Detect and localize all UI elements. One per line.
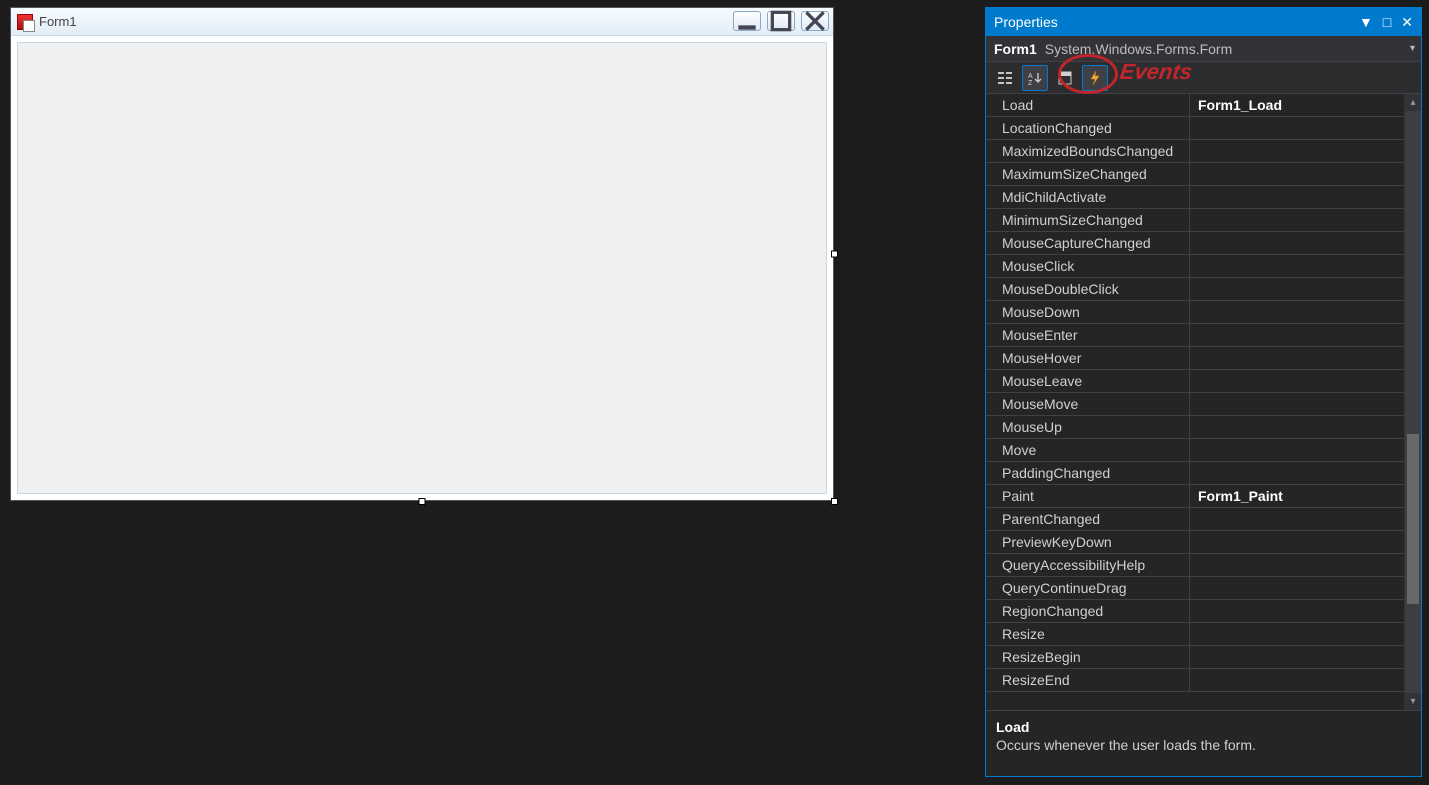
event-row[interactable]: MouseEnter — [986, 324, 1404, 347]
event-name: ParentChanged — [986, 508, 1190, 530]
scroll-down-icon[interactable]: ▾ — [1405, 693, 1421, 710]
event-name: PaddingChanged — [986, 462, 1190, 484]
event-row[interactable]: ResizeBegin — [986, 646, 1404, 669]
event-row[interactable]: Resize — [986, 623, 1404, 646]
event-row[interactable]: QueryAccessibilityHelp — [986, 554, 1404, 577]
event-row[interactable]: MdiChildActivate — [986, 186, 1404, 209]
window-buttons — [733, 11, 829, 31]
event-name: MouseLeave — [986, 370, 1190, 392]
panel-dropdown-icon[interactable]: ▼ — [1359, 14, 1373, 30]
annotation-label: Events — [1118, 59, 1194, 85]
properties-titlebar[interactable]: Properties ▼ □ ✕ — [986, 8, 1421, 36]
event-name: MaximizedBoundsChanged — [986, 140, 1190, 162]
description-text: Occurs whenever the user loads the form. — [996, 737, 1411, 753]
event-row[interactable]: PaintForm1_Paint — [986, 485, 1404, 508]
event-name: ResizeBegin — [986, 646, 1190, 668]
event-value[interactable]: Form1_Load — [1190, 97, 1404, 113]
event-value[interactable]: Form1_Paint — [1190, 488, 1404, 504]
panel-close-icon[interactable]: ✕ — [1401, 14, 1413, 31]
form-title-text: Form1 — [39, 14, 77, 29]
event-row[interactable]: MouseUp — [986, 416, 1404, 439]
event-name: QueryContinueDrag — [986, 577, 1190, 599]
event-row[interactable]: MaximumSizeChanged — [986, 163, 1404, 186]
event-name: MouseEnter — [986, 324, 1190, 346]
panel-maximize-icon[interactable]: □ — [1383, 14, 1391, 30]
event-name: MouseClick — [986, 255, 1190, 277]
event-name: LocationChanged — [986, 117, 1190, 139]
event-name: MinimumSizeChanged — [986, 209, 1190, 231]
scroll-up-icon[interactable]: ▴ — [1405, 94, 1421, 111]
event-row[interactable]: PreviewKeyDown — [986, 531, 1404, 554]
event-row[interactable]: MouseDown — [986, 301, 1404, 324]
resize-handle-south[interactable] — [419, 498, 426, 505]
alphabetical-button[interactable]: AZ — [1022, 65, 1048, 91]
form-icon — [17, 14, 33, 30]
event-row[interactable]: MinimumSizeChanged — [986, 209, 1404, 232]
events-grid[interactable]: LoadForm1_LoadLocationChangedMaximizedBo… — [986, 94, 1404, 710]
properties-toolbar: AZ Events — [986, 62, 1421, 94]
event-row[interactable]: LocationChanged — [986, 117, 1404, 140]
event-name: MouseHover — [986, 347, 1190, 369]
event-row[interactable]: MouseLeave — [986, 370, 1404, 393]
event-name: Resize — [986, 623, 1190, 645]
event-row[interactable]: PaddingChanged — [986, 462, 1404, 485]
event-row[interactable]: LoadForm1_Load — [986, 94, 1404, 117]
properties-view-button[interactable] — [1052, 65, 1078, 91]
form-client-area[interactable] — [17, 42, 827, 494]
scroll-thumb[interactable] — [1407, 434, 1419, 604]
event-name: MaximumSizeChanged — [986, 163, 1190, 185]
event-row[interactable]: MouseDoubleClick — [986, 278, 1404, 301]
event-row[interactable]: MouseCaptureChanged — [986, 232, 1404, 255]
properties-panel: Properties ▼ □ ✕ Form1 System.Windows.Fo… — [985, 7, 1422, 777]
svg-text:Z: Z — [1028, 80, 1033, 86]
categorized-button[interactable] — [992, 65, 1018, 91]
event-row[interactable]: RegionChanged — [986, 600, 1404, 623]
event-row[interactable]: ParentChanged — [986, 508, 1404, 531]
form-preview[interactable]: Form1 — [10, 7, 834, 501]
event-row[interactable]: MouseHover — [986, 347, 1404, 370]
close-button[interactable] — [801, 11, 829, 31]
designer-canvas[interactable]: Form1 — [10, 7, 834, 505]
event-name: MouseDoubleClick — [986, 278, 1190, 300]
svg-text:A: A — [1028, 73, 1033, 80]
resize-handle-southeast[interactable] — [831, 498, 838, 505]
minimize-button[interactable] — [733, 11, 761, 31]
event-row[interactable]: QueryContinueDrag — [986, 577, 1404, 600]
event-name: ResizeEnd — [986, 669, 1190, 691]
event-name: MdiChildActivate — [986, 186, 1190, 208]
event-name: MouseCaptureChanged — [986, 232, 1190, 254]
event-row[interactable]: ResizeEnd — [986, 669, 1404, 692]
event-name: Load — [986, 94, 1190, 116]
resize-handle-east[interactable] — [831, 251, 838, 258]
event-name: PreviewKeyDown — [986, 531, 1190, 553]
event-row[interactable]: Move — [986, 439, 1404, 462]
event-name: QueryAccessibilityHelp — [986, 554, 1190, 576]
object-name: Form1 — [994, 41, 1037, 57]
event-name: MouseMove — [986, 393, 1190, 415]
maximize-button[interactable] — [767, 11, 795, 31]
events-view-button[interactable] — [1082, 65, 1108, 91]
description-pane: Load Occurs whenever the user loads the … — [986, 710, 1421, 776]
event-row[interactable]: MaximizedBoundsChanged — [986, 140, 1404, 163]
scrollbar[interactable]: ▴ ▾ — [1404, 94, 1421, 710]
event-name: MouseUp — [986, 416, 1190, 438]
event-row[interactable]: MouseMove — [986, 393, 1404, 416]
description-name: Load — [996, 719, 1411, 735]
event-name: Paint — [986, 485, 1190, 507]
event-row[interactable]: MouseClick — [986, 255, 1404, 278]
form-titlebar: Form1 — [11, 8, 833, 36]
properties-title: Properties — [994, 14, 1058, 30]
object-selector[interactable]: Form1 System.Windows.Forms.Form ▾ — [986, 36, 1421, 62]
chevron-down-icon[interactable]: ▾ — [1410, 43, 1415, 54]
event-name: MouseDown — [986, 301, 1190, 323]
event-name: Move — [986, 439, 1190, 461]
event-name: RegionChanged — [986, 600, 1190, 622]
object-type: System.Windows.Forms.Form — [1045, 41, 1232, 57]
